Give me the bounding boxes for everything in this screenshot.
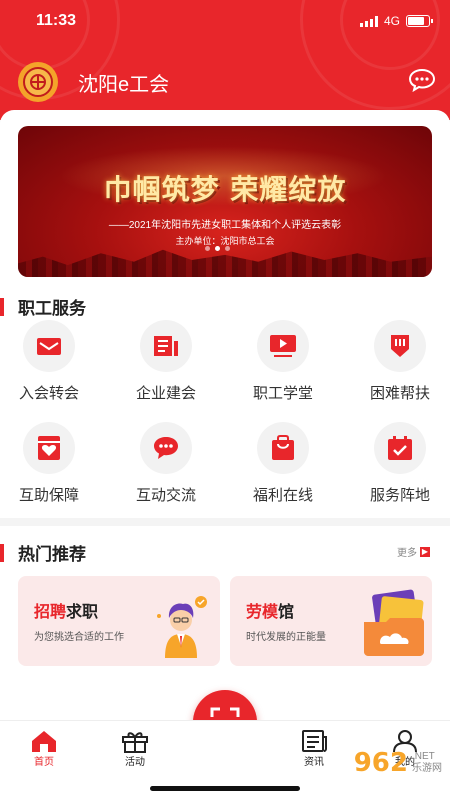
chat-bubble-icon (140, 422, 192, 474)
services-section-title: 职工服务 (0, 294, 86, 319)
calendar-check-icon (374, 422, 426, 474)
main-content: 巾帼筑梦 荣耀绽放 ——2021年沈阳市先进女职工集体和个人评选云表彰 主办单位… (0, 110, 450, 720)
job-seeker-illustration-icon (157, 596, 207, 658)
status-time: 11:33 (36, 12, 77, 29)
signal-icon (359, 15, 378, 27)
card-title: 劳模馆 (246, 598, 294, 622)
service-enterprise-union[interactable]: 企业建会 (110, 320, 222, 403)
card-title-rest: 求职 (66, 604, 99, 621)
carousel-indicator[interactable] (205, 246, 230, 251)
more-label: 更多 (397, 548, 417, 559)
card-subtitle: 时代发展的正能量 (246, 632, 326, 643)
gift-icon (122, 732, 148, 753)
card-title-highlight: 招聘 (34, 604, 67, 621)
card-title-rest: 馆 (278, 604, 295, 621)
battery-icon (406, 15, 433, 27)
service-label: 服务阵地 (369, 487, 430, 504)
status-bar: 11:33 4G (0, 12, 450, 36)
card-subtitle: 为您挑选合适的工作 (34, 632, 124, 643)
service-join-union[interactable]: 入会转会 (0, 320, 105, 403)
service-label: 入会转会 (18, 385, 79, 402)
section-divider (0, 518, 450, 526)
app-title: 沈阳e工会 (78, 73, 170, 96)
job-search-card[interactable]: 招聘求职 为您挑选合适的工作 (18, 576, 220, 666)
watermark-text-top: .NET (412, 751, 435, 762)
chat-icon (408, 68, 436, 93)
news-icon (302, 730, 327, 752)
more-link[interactable]: 更多 ▶ (397, 544, 430, 559)
network-label: 4G (383, 14, 400, 28)
gift-bag-icon (257, 422, 309, 474)
document-icon (140, 320, 192, 372)
app-header: 11:33 4G 沈阳e工会 (0, 0, 450, 120)
home-icon (32, 731, 56, 752)
mail-icon (23, 320, 75, 372)
union-logo-icon (18, 62, 58, 102)
home-indicator (150, 786, 300, 791)
carousel-dot[interactable] (225, 246, 230, 251)
video-icon (257, 320, 309, 372)
arrow-right-icon: ▶ (420, 546, 430, 557)
banner-subtitle: ——2021年沈阳市先进女职工集体和个人评选云表彰 (108, 220, 342, 231)
hand-support-icon (374, 320, 426, 372)
section-title-text: 热门推荐 (18, 545, 86, 564)
service-worker-school[interactable]: 职工学堂 (227, 320, 339, 403)
service-hardship-aid[interactable]: 困难帮扶 (344, 320, 450, 403)
card-title: 招聘求职 (34, 598, 98, 622)
message-button[interactable] (408, 68, 436, 93)
card-title-highlight: 劳模 (246, 604, 279, 621)
banner-carousel[interactable]: 巾帼筑梦 荣耀绽放 ——2021年沈阳市先进女职工集体和个人评选云表彰 主办单位… (18, 126, 432, 277)
service-service-station[interactable]: 服务阵地 (344, 422, 450, 505)
tab-label: 资讯 (304, 757, 324, 768)
service-welfare-online[interactable]: 福利在线 (227, 422, 339, 505)
watermark-text-bottom: 乐游网 (412, 763, 442, 774)
heart-shield-icon (23, 422, 75, 474)
service-label: 职工学堂 (252, 385, 313, 402)
service-label: 互助保障 (18, 487, 79, 504)
carousel-dot-active[interactable] (215, 246, 220, 251)
recommend-section-title: 热门推荐 (0, 540, 86, 565)
gallery-folder-illustration-icon (364, 589, 424, 656)
tab-activity[interactable]: 活动 (105, 727, 165, 768)
service-label: 福利在线 (252, 487, 313, 504)
banner-title: 巾帼筑梦 荣耀绽放 (103, 173, 347, 206)
section-title-text: 职工服务 (18, 299, 86, 318)
title-bar: 沈阳e工会 (18, 62, 436, 102)
watermark-number: 962 (353, 748, 408, 778)
model-worker-card[interactable]: 劳模馆 时代发展的正能量 (230, 576, 432, 666)
tab-label: 活动 (125, 757, 145, 768)
tab-label: 首页 (34, 757, 54, 768)
carousel-dot[interactable] (205, 246, 210, 251)
service-label: 互动交流 (135, 487, 196, 504)
tab-home[interactable]: 首页 (14, 727, 74, 768)
tab-news[interactable]: 资讯 (284, 727, 344, 768)
service-label: 困难帮扶 (369, 385, 430, 402)
service-interaction[interactable]: 互动交流 (110, 422, 222, 505)
service-label: 企业建会 (135, 385, 196, 402)
site-watermark: 962 .NET 乐游网 (354, 748, 442, 778)
service-mutual-insurance[interactable]: 互助保障 (0, 422, 105, 505)
